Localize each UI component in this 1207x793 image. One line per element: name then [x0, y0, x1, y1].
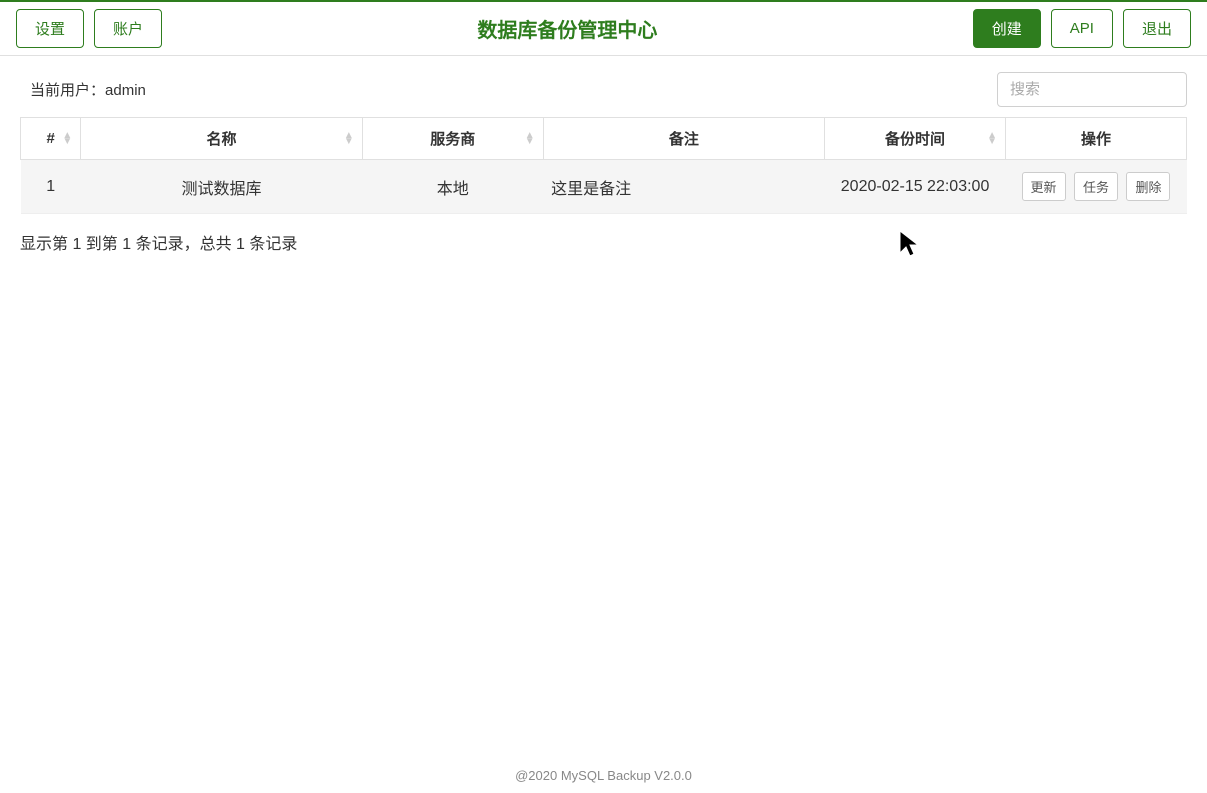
sort-icon: ▲▼ [987, 133, 997, 145]
sort-icon: ▲▼ [525, 133, 535, 145]
logout-button[interactable]: 退出 [1123, 9, 1191, 48]
user-info: 当前用户：admin [30, 79, 146, 100]
task-button[interactable]: 任务 [1074, 172, 1118, 201]
header: 设置 账户 数据库备份管理中心 创建 API 退出 [0, 0, 1207, 56]
cell-actions: 更新 任务 删除 [1006, 160, 1187, 214]
settings-button[interactable]: 设置 [16, 9, 84, 48]
table-header-row: # ▲▼ 名称 ▲▼ 服务商 ▲▼ 备注 备份时间 ▲▼ [21, 118, 1187, 160]
column-name[interactable]: 名称 ▲▼ [81, 118, 362, 160]
column-backup-time[interactable]: 备份时间 ▲▼ [825, 118, 1006, 160]
username: admin [105, 82, 146, 99]
header-right-group: 创建 API 退出 [973, 9, 1191, 48]
delete-button[interactable]: 删除 [1126, 172, 1170, 201]
column-actions-label: 操作 [1081, 131, 1111, 148]
column-backup-time-label: 备份时间 [885, 131, 945, 148]
user-label: 当前用户： [30, 82, 105, 99]
column-provider[interactable]: 服务商 ▲▼ [362, 118, 543, 160]
column-remark[interactable]: 备注 [543, 118, 824, 160]
update-button[interactable]: 更新 [1022, 172, 1066, 201]
table-footer-text: 显示第 1 到第 1 条记录，总共 1 条记录 [0, 214, 1207, 270]
page-title: 数据库备份管理中心 [162, 14, 973, 43]
search-input[interactable] [997, 72, 1187, 107]
cell-remark: 这里是备注 [543, 160, 824, 214]
cell-index: 1 [21, 160, 81, 214]
cell-backup-time: 2020-02-15 22:03:00 [825, 160, 1006, 214]
column-name-label: 名称 [207, 131, 237, 148]
column-actions: 操作 [1006, 118, 1187, 160]
table-container: # ▲▼ 名称 ▲▼ 服务商 ▲▼ 备注 备份时间 ▲▼ [0, 117, 1207, 214]
footer-copyright: @2020 MySQL Backup V2.0.0 [0, 758, 1207, 793]
api-button[interactable]: API [1051, 9, 1113, 48]
column-remark-label: 备注 [669, 131, 699, 148]
account-button[interactable]: 账户 [94, 9, 162, 48]
cell-name: 测试数据库 [81, 160, 362, 214]
sort-icon: ▲▼ [62, 133, 72, 145]
subheader: 当前用户：admin [0, 56, 1207, 117]
column-provider-label: 服务商 [430, 131, 475, 148]
sort-icon: ▲▼ [344, 133, 354, 145]
column-index[interactable]: # ▲▼ [21, 118, 81, 160]
header-left-group: 设置 账户 [16, 9, 162, 48]
create-button[interactable]: 创建 [973, 9, 1041, 48]
backup-table: # ▲▼ 名称 ▲▼ 服务商 ▲▼ 备注 备份时间 ▲▼ [20, 117, 1187, 214]
cell-provider: 本地 [362, 160, 543, 214]
table-row: 1 测试数据库 本地 这里是备注 2020-02-15 22:03:00 更新 … [21, 160, 1187, 214]
column-index-label: # [46, 130, 54, 147]
